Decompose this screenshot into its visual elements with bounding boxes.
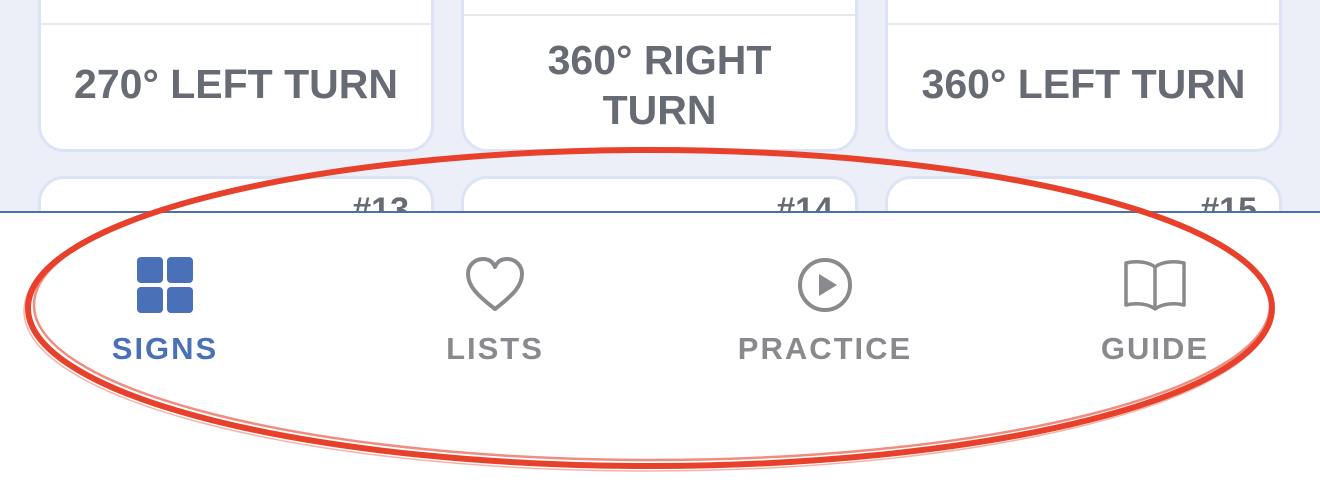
tab-lists[interactable]: LISTS [375, 253, 615, 383]
play-circle-icon [798, 258, 852, 312]
sign-card-number: #13 [352, 191, 409, 213]
heart-icon [466, 257, 524, 311]
grid-icon [137, 257, 193, 313]
tab-bar: SIGNS LISTS PRACTICE GUIDE [0, 211, 1320, 482]
app-screen: 270° LEFT TURN 360° RIGHT TURN 360° LEFT… [0, 0, 1320, 482]
tab-label: LISTS [446, 331, 544, 366]
sign-card-label: 360° LEFT TURN [921, 61, 1246, 107]
sign-card-360-right-turn[interactable]: 360° RIGHT TURN [461, 0, 858, 152]
tab-label: SIGNS [111, 331, 219, 366]
card-divider [41, 23, 431, 25]
sign-card-label: 270° LEFT TURN [74, 61, 398, 107]
sign-card-14[interactable]: #14 [461, 176, 858, 213]
sign-card-number: #15 [1200, 191, 1257, 213]
tab-practice[interactable]: PRACTICE [705, 253, 945, 383]
sign-card-360-left-turn[interactable]: 360° LEFT TURN [885, 0, 1282, 152]
card-divider [464, 14, 855, 16]
tab-guide[interactable]: GUIDE [1035, 253, 1275, 383]
sign-card-13[interactable]: #13 [38, 176, 434, 213]
sign-card-label-line2: TURN [602, 87, 717, 133]
sign-card-label-line1: 360° RIGHT [547, 37, 772, 83]
book-icon [1124, 260, 1186, 311]
tab-label: GUIDE [1100, 331, 1210, 366]
signs-grid[interactable]: 270° LEFT TURN 360° RIGHT TURN 360° LEFT… [0, 0, 1320, 213]
sign-card-number: #14 [776, 191, 833, 213]
sign-card-15[interactable]: #15 [885, 176, 1282, 213]
tab-label: PRACTICE [737, 331, 913, 366]
sign-card-270-left-turn[interactable]: 270° LEFT TURN [38, 0, 434, 152]
tab-signs[interactable]: SIGNS [45, 253, 285, 383]
card-divider [888, 23, 1279, 25]
